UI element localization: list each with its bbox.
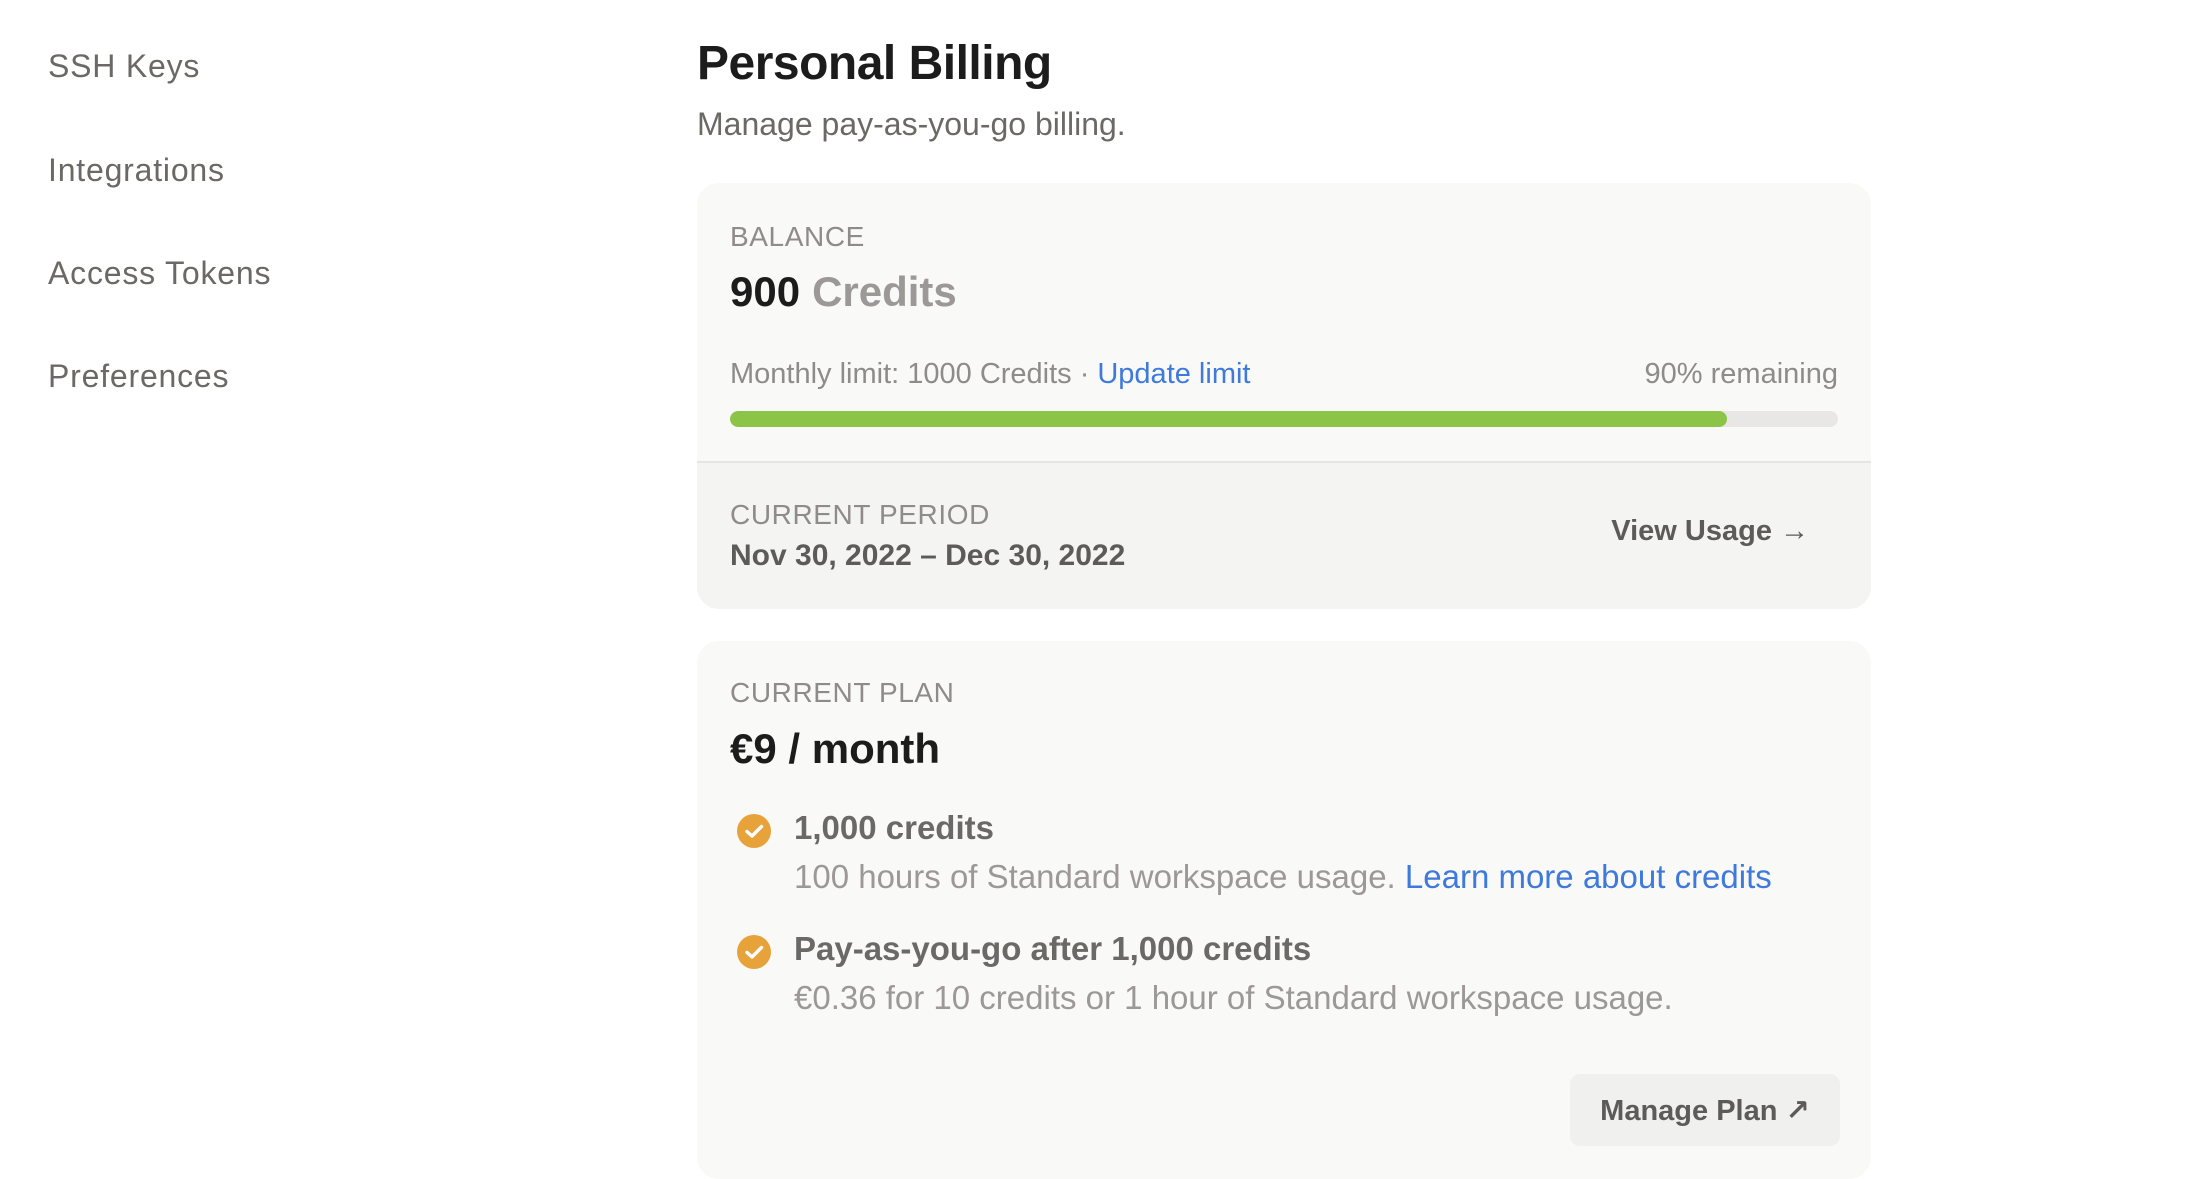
current-period-label: CURRENT PERIOD <box>730 499 990 530</box>
balance-unit: Credits <box>812 268 957 315</box>
sidebar-item-preferences[interactable]: Preferences <box>48 358 229 395</box>
remaining-text: 90% remaining <box>1644 358 1838 390</box>
update-limit-link[interactable]: Update limit <box>1097 358 1250 390</box>
learn-more-credits-link[interactable]: Learn more about credits <box>1405 858 1772 895</box>
current-plan-card: CURRENT PLAN €9 / month 1,000 credits 10… <box>697 641 1871 1179</box>
monthly-limit: Monthly limit: 1000 Credits · Update limit <box>730 358 1250 391</box>
feature-description: €0.36 for 10 credits or 1 hour of Standa… <box>794 979 1673 1016</box>
current-period-section: CURRENT PERIOD Nov 30, 2022 – Dec 30, 20… <box>697 461 1871 609</box>
balance-amount: 900 Credits <box>730 268 957 316</box>
monthly-limit-row: Monthly limit: 1000 Credits · Update limit… <box>730 358 1838 398</box>
check-circle-icon <box>737 935 771 969</box>
credits-progress-bar <box>730 411 1838 427</box>
current-period-dates: Nov 30, 2022 – Dec 30, 2022 <box>730 539 1126 572</box>
feature-description: 100 hours of Standard workspace usage. L… <box>794 858 1772 896</box>
check-circle-icon <box>737 814 771 848</box>
page-subtitle: Manage pay-as-you-go billing. <box>697 106 1126 142</box>
page-title: Personal Billing <box>697 37 1052 90</box>
balance-number: 900 <box>730 268 801 315</box>
feature-description-text: 100 hours of Standard workspace usage. <box>794 858 1396 895</box>
current-plan-label: CURRENT PLAN <box>730 677 955 708</box>
sidebar-item-ssh-keys[interactable]: SSH Keys <box>48 48 200 85</box>
balance-label: BALANCE <box>730 221 865 252</box>
monthly-limit-text: Monthly limit: 1000 Credits <box>730 358 1072 390</box>
plan-price: €9 / month <box>730 725 941 772</box>
sidebar-item-integrations[interactable]: Integrations <box>48 152 225 189</box>
sidebar-item-access-tokens[interactable]: Access Tokens <box>48 255 271 292</box>
manage-plan-button[interactable]: Manage Plan ↗ <box>1570 1074 1840 1146</box>
feature-title: 1,000 credits <box>794 809 994 846</box>
view-usage-button[interactable]: View Usage → <box>1611 515 1809 548</box>
limit-separator: · <box>1079 358 1090 390</box>
balance-card: BALANCE 900 Credits Monthly limit: 1000 C… <box>697 183 1871 609</box>
feature-title: Pay-as-you-go after 1,000 credits <box>794 930 1312 967</box>
credits-progress-fill <box>730 411 1728 427</box>
